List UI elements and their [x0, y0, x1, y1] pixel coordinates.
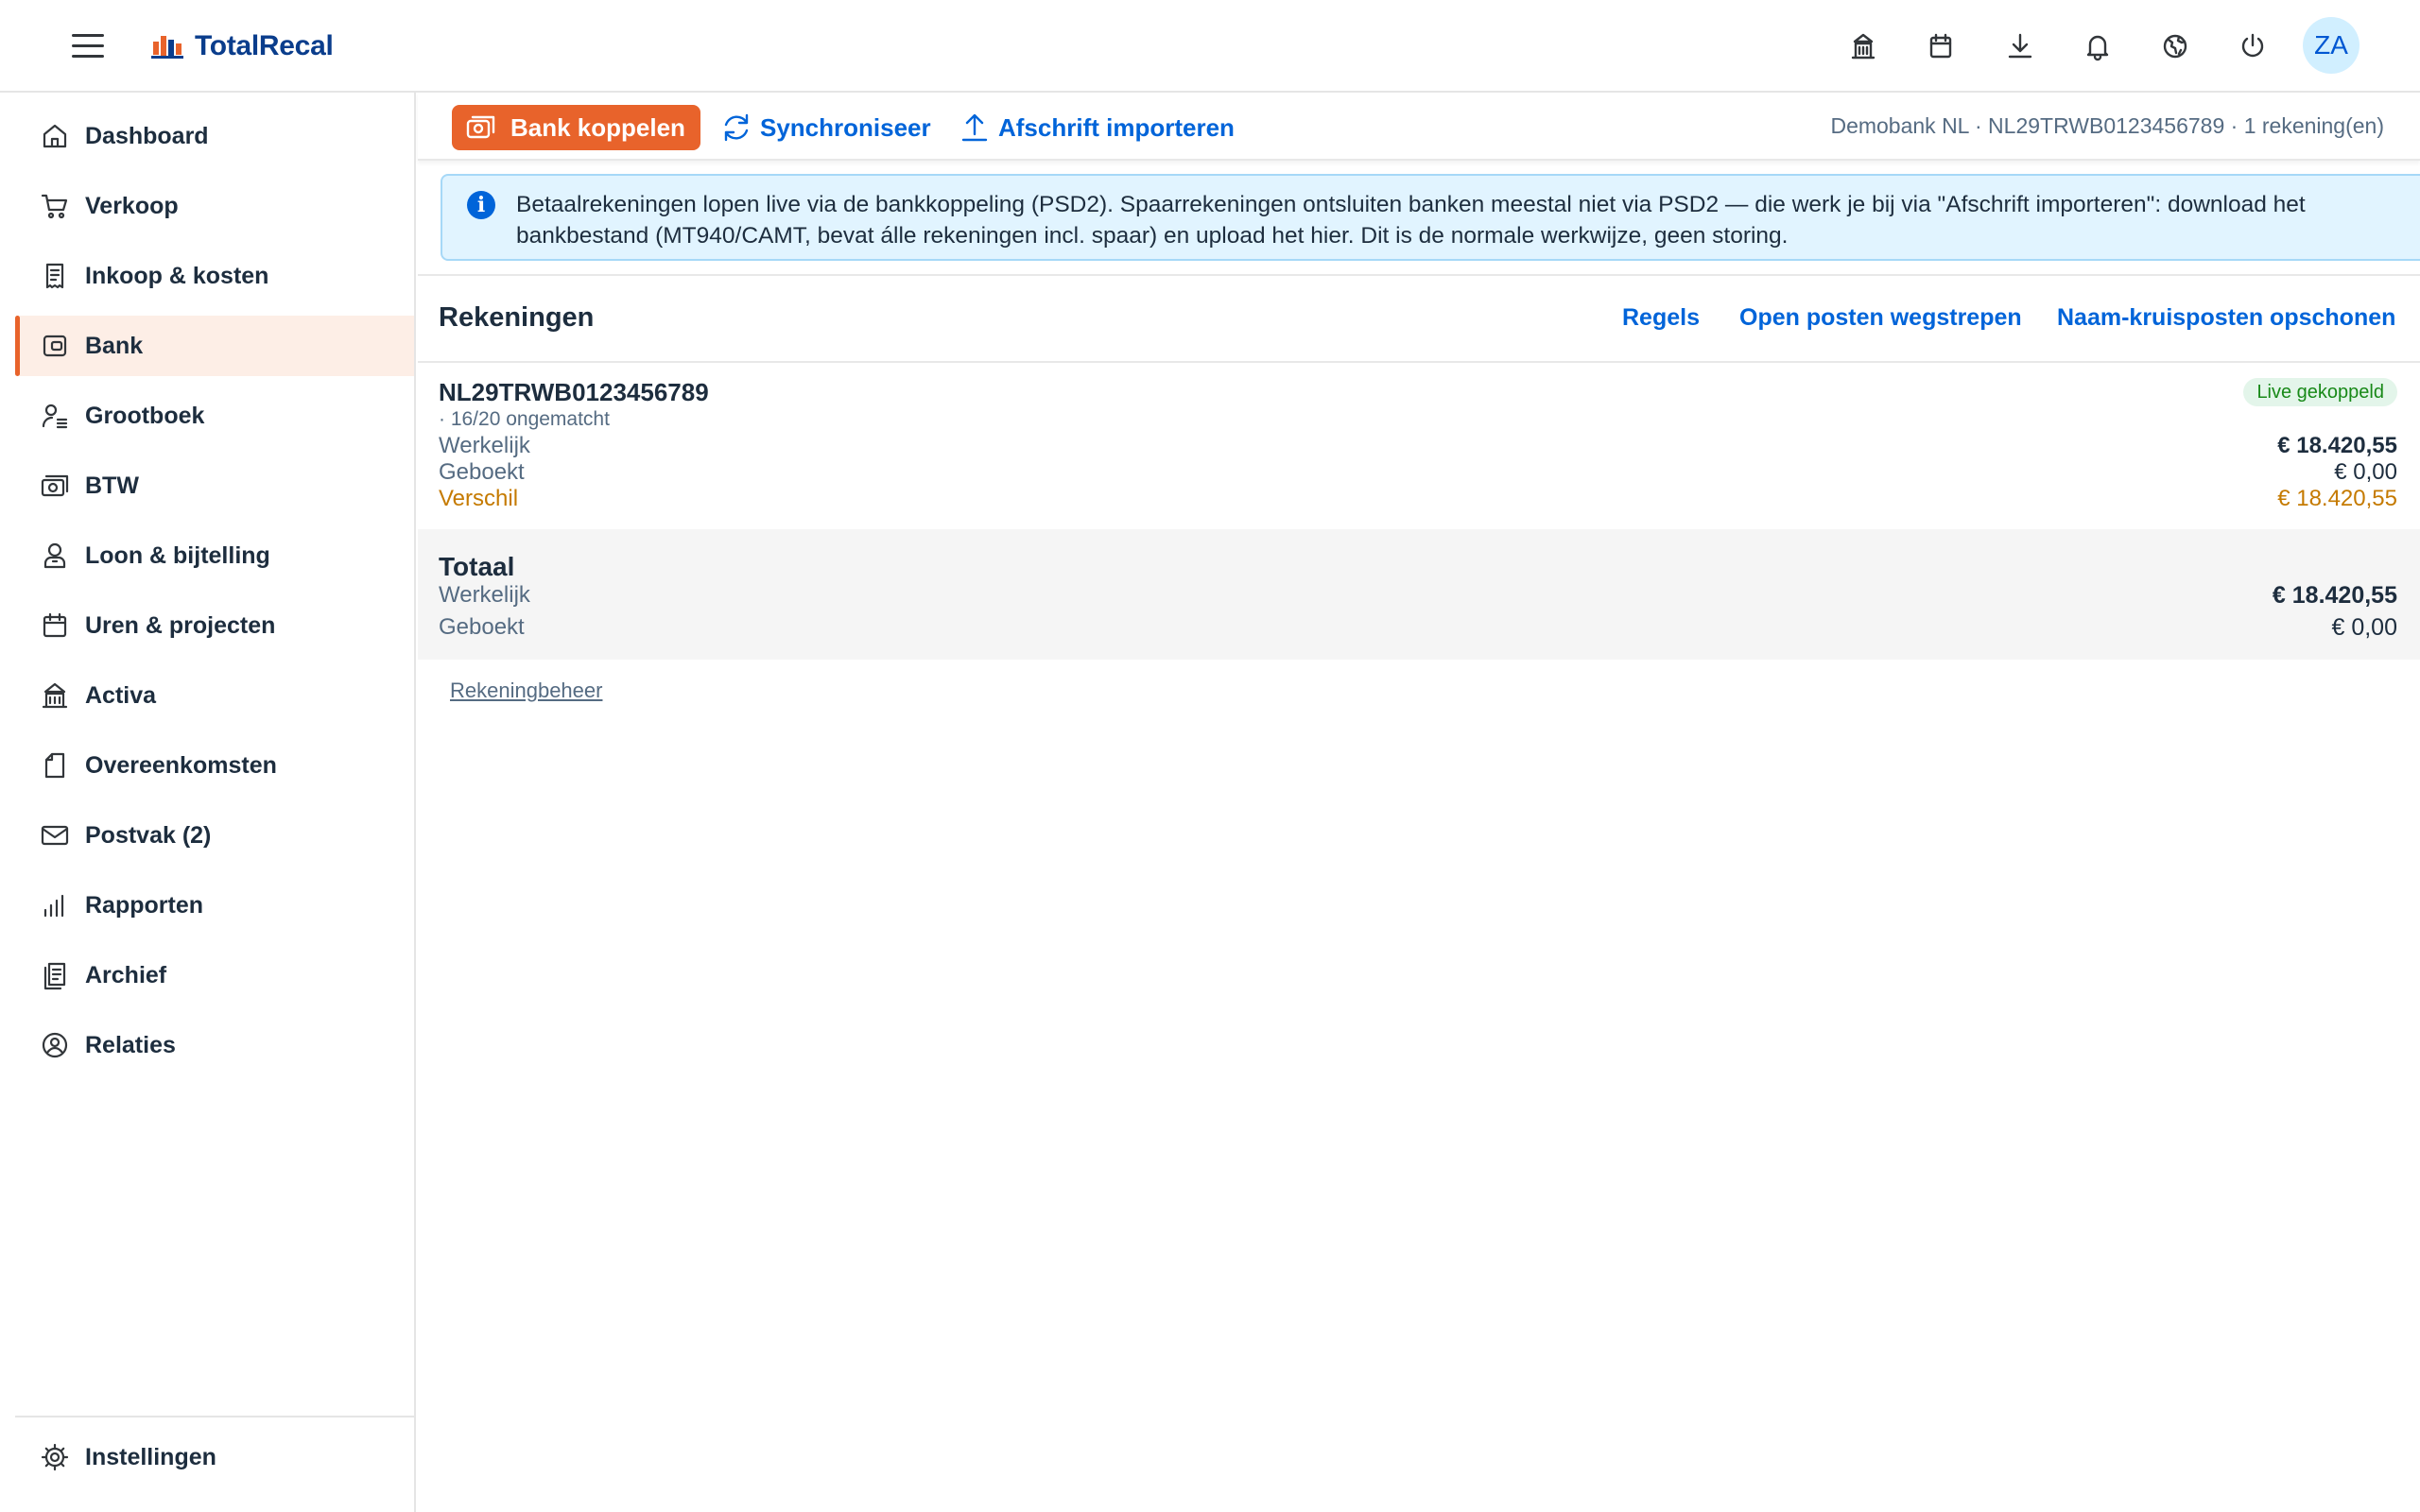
- sync-button[interactable]: Synchroniseer: [720, 105, 931, 150]
- gear-icon: [40, 1442, 70, 1472]
- avatar[interactable]: ZA: [2303, 17, 2360, 74]
- calendar-icon: [40, 610, 70, 641]
- download-icon[interactable]: [2000, 26, 2040, 66]
- import-statement-button[interactable]: Afschrift importeren: [959, 105, 1235, 150]
- sidebar-item-label: BTW: [85, 472, 139, 499]
- calendar-icon[interactable]: [1921, 26, 1961, 66]
- sidebar-item-overeenkomsten[interactable]: Overeenkomsten: [15, 735, 414, 796]
- sidebar-item-label: Overeenkomsten: [85, 751, 277, 779]
- sidebar-item-label: Bank: [85, 332, 144, 359]
- money-icon: [465, 112, 497, 143]
- import-statement-label: Afschrift importeren: [998, 112, 1235, 142]
- sidebar-item-uren[interactable]: Uren & projecten: [15, 595, 414, 656]
- sidebar-item-label: Uren & projecten: [85, 611, 276, 639]
- contact-icon: [40, 1030, 70, 1060]
- sidebar: Dashboard Verkoop Inkoop & kosten Bank G…: [0, 93, 416, 1512]
- actual-label: Werkelijk: [439, 433, 530, 458]
- actual-value: € 18.420,55: [2277, 433, 2397, 458]
- sidebar-item-label: Grootboek: [85, 402, 205, 429]
- sidebar-item-label: Relaties: [85, 1031, 176, 1058]
- sidebar-item-verkoop[interactable]: Verkoop: [15, 176, 414, 236]
- total-title: Totaal: [439, 552, 515, 581]
- buildings-icon: [40, 680, 70, 711]
- app-name: TotalRecal: [195, 30, 334, 61]
- ledger-icon: [40, 401, 70, 431]
- sidebar-item-archief[interactable]: Archief: [15, 945, 414, 1005]
- info-message-text: Betaalrekeningen lopen live via de bankk…: [516, 192, 2306, 249]
- total-section: [418, 529, 2420, 660]
- home-icon: [40, 121, 70, 151]
- archive-icon: [40, 960, 70, 990]
- menu-icon[interactable]: [72, 34, 104, 59]
- power-icon[interactable]: [2233, 26, 2273, 66]
- sidebar-item-activa[interactable]: Activa: [15, 665, 414, 726]
- wallet-icon: [40, 331, 70, 361]
- account-management-link[interactable]: Rekeningbeheer: [450, 679, 602, 703]
- info-icon: i: [467, 191, 495, 219]
- total-actual-value: € 18.420,55: [2272, 582, 2397, 609]
- bell-icon[interactable]: [2078, 26, 2118, 66]
- logo-icon: [151, 32, 183, 60]
- sidebar-item-label: Dashboard: [85, 122, 209, 149]
- booked-value: € 0,00: [2334, 459, 2397, 485]
- connect-bank-button[interactable]: Bank koppelen: [452, 105, 700, 150]
- buildings-icon[interactable]: [1843, 26, 1883, 66]
- info-message-strip: i Betaalrekeningen lopen live via de ban…: [441, 174, 2420, 261]
- sidebar-item-relaties[interactable]: Relaties: [15, 1015, 414, 1075]
- sidebar-item-label: Rapporten: [85, 891, 203, 919]
- mail-icon: [40, 820, 70, 850]
- difference-value: € 18.420,55: [2277, 486, 2397, 511]
- clear-open-items-link[interactable]: Open posten wegstrepen: [1739, 304, 2022, 332]
- sidebar-item-label: Archief: [85, 961, 167, 988]
- accounts-title: Rekeningen: [439, 302, 595, 333]
- sidebar-item-label: Loon & bijtelling: [85, 541, 270, 569]
- receipt-icon: [40, 261, 70, 291]
- bar-chart-icon: [40, 890, 70, 920]
- status-badge: Live gekoppeld: [2243, 378, 2397, 406]
- total-booked-label: Geboekt: [439, 614, 525, 640]
- sidebar-item-loon[interactable]: Loon & bijtelling: [15, 525, 414, 586]
- bank-connection-info: Demobank NL · NL29TRWB0123456789 · 1 rek…: [1830, 113, 2384, 138]
- bank-toolbar: Bank koppelen Synchroniseer Afschrift im…: [418, 93, 2420, 161]
- sidebar-item-label: Verkoop: [85, 192, 179, 219]
- sidebar-item-grootboek[interactable]: Grootboek: [15, 386, 414, 446]
- sidebar-item-btw[interactable]: BTW: [15, 455, 414, 516]
- sidebar-item-label: Postvak (2): [85, 821, 212, 849]
- sidebar-item-postvak[interactable]: Postvak (2): [15, 805, 414, 866]
- sidebar-divider: [15, 1416, 416, 1418]
- total-actual-label: Werkelijk: [439, 582, 530, 608]
- upload-icon: [961, 113, 988, 142]
- cart-icon: [40, 191, 70, 221]
- sidebar-item-instellingen[interactable]: Instellingen: [15, 1427, 414, 1487]
- top-bar: TotalRecal ZA: [0, 0, 2420, 93]
- booked-label: Geboekt: [439, 459, 525, 485]
- cleanup-cross-items-link[interactable]: Naam-kruisposten opschonen: [2057, 304, 2395, 332]
- connect-bank-label: Bank koppelen: [510, 112, 685, 142]
- globe-icon[interactable]: [2155, 26, 2195, 66]
- account-iban[interactable]: NL29TRWB0123456789: [439, 378, 709, 407]
- sidebar-item-inkoop[interactable]: Inkoop & kosten: [15, 246, 414, 306]
- difference-label: Verschil: [439, 486, 519, 511]
- employee-icon: [40, 541, 70, 571]
- sidebar-item-label: Activa: [85, 681, 157, 709]
- sidebar-item-dashboard[interactable]: Dashboard: [15, 106, 414, 166]
- rules-link[interactable]: Regels: [1622, 304, 1700, 332]
- refresh-icon: [724, 113, 749, 142]
- sidebar-item-label: Instellingen: [85, 1443, 216, 1470]
- total-booked-value: € 0,00: [2331, 614, 2397, 641]
- sidebar-item-bank[interactable]: Bank: [15, 316, 414, 376]
- sync-label: Synchroniseer: [760, 112, 931, 142]
- divider: [418, 361, 2420, 363]
- money-icon: [40, 471, 70, 501]
- sidebar-item-label: Inkoop & kosten: [85, 262, 269, 289]
- unmatched-count: · 16/20 ongematcht: [439, 408, 610, 430]
- divider: [418, 274, 2420, 276]
- sidebar-item-rapporten[interactable]: Rapporten: [15, 875, 414, 936]
- document-icon: [40, 750, 70, 781]
